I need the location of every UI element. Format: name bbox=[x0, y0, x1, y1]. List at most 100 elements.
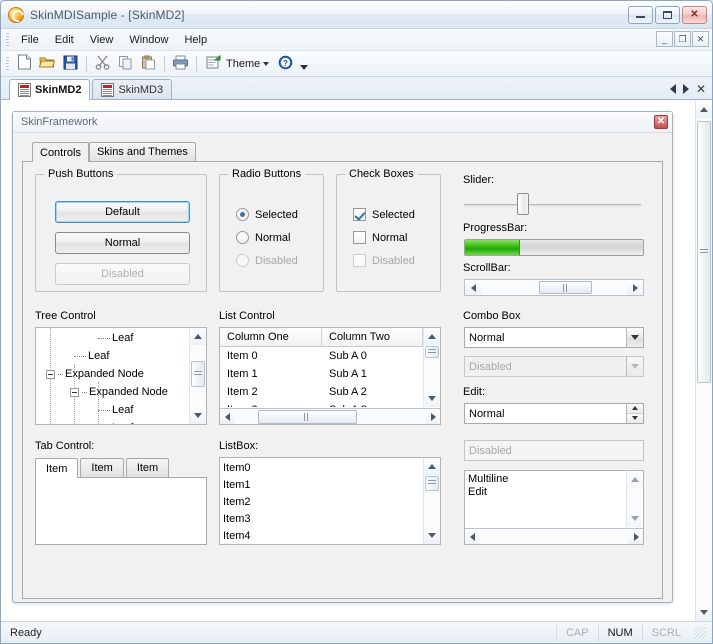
scroll-track[interactable] bbox=[480, 529, 628, 544]
scroll-track[interactable] bbox=[424, 475, 440, 527]
tree-row[interactable]: Leaf bbox=[36, 401, 189, 419]
scroll-track[interactable] bbox=[190, 345, 206, 407]
tab-scroll-right-icon[interactable] bbox=[682, 84, 689, 94]
table-row[interactable]: Item 3 Sub A 3 bbox=[220, 401, 423, 407]
list-item[interactable]: Item2 bbox=[220, 494, 423, 511]
cut-button[interactable] bbox=[91, 53, 114, 75]
mdi-minimize-button[interactable]: _ bbox=[656, 31, 673, 47]
scroll-thumb[interactable] bbox=[425, 345, 439, 358]
scroll-thumb[interactable] bbox=[697, 121, 711, 383]
scroll-up-arrow[interactable] bbox=[424, 328, 440, 345]
menu-item-window[interactable]: Window bbox=[121, 32, 176, 48]
tree-row[interactable]: Expanded Node bbox=[36, 383, 189, 401]
radio-normal[interactable]: Normal bbox=[236, 231, 290, 244]
multiline-edit-content[interactable]: Multiline Edit bbox=[465, 471, 626, 527]
column-header-two[interactable]: Column Two bbox=[322, 328, 423, 346]
tree-row[interactable]: Leaf bbox=[36, 329, 189, 347]
window-maximize-button[interactable] bbox=[655, 5, 680, 24]
normal-button[interactable]: Normal bbox=[55, 232, 190, 254]
tree-control[interactable]: Leaf Leaf Expanded Node Expanded Node Le… bbox=[35, 327, 207, 425]
list-item[interactable]: Item1 bbox=[220, 477, 423, 494]
menu-item-file[interactable]: File bbox=[13, 32, 47, 48]
spin-control[interactable] bbox=[626, 404, 643, 423]
scroll-left-arrow[interactable] bbox=[220, 409, 235, 424]
tree-collapse-icon[interactable] bbox=[70, 387, 79, 397]
mdi-vertical-scrollbar[interactable] bbox=[695, 101, 712, 621]
scroll-down-arrow[interactable] bbox=[424, 527, 440, 544]
scroll-up-arrow[interactable] bbox=[424, 458, 440, 475]
scrollbar-right-arrow[interactable] bbox=[627, 280, 643, 295]
scroll-up-arrow[interactable] bbox=[627, 471, 643, 488]
default-button[interactable]: Default bbox=[55, 201, 190, 223]
chevron-down-icon[interactable] bbox=[263, 61, 270, 66]
column-header-one[interactable]: Column One bbox=[220, 328, 322, 346]
scroll-track[interactable] bbox=[424, 345, 440, 390]
scroll-down-arrow[interactable] bbox=[190, 407, 206, 424]
radio-selected[interactable]: Selected bbox=[236, 208, 298, 221]
listbox[interactable]: Item0 Item1 Item2 Item3 Item4 Item5 Item… bbox=[219, 457, 441, 545]
list-item[interactable]: Item3 bbox=[220, 511, 423, 528]
checkbox-checked-icon[interactable] bbox=[353, 208, 366, 221]
table-row[interactable]: Item 1 Sub A 1 bbox=[220, 365, 423, 383]
mdi-tab-skinmd3[interactable]: SkinMD3 bbox=[92, 79, 173, 99]
scroll-up-arrow[interactable] bbox=[190, 328, 206, 345]
scroll-left-arrow[interactable] bbox=[465, 529, 480, 544]
multiline-horizontal-scrollbar[interactable] bbox=[465, 528, 643, 544]
multiline-vertical-scrollbar[interactable] bbox=[626, 471, 643, 527]
menu-drag-grip[interactable] bbox=[6, 32, 9, 47]
resize-grip-icon[interactable] bbox=[694, 626, 706, 639]
print-button[interactable] bbox=[169, 53, 192, 75]
edit-normal[interactable]: Normal bbox=[464, 403, 644, 424]
checkbox-selected[interactable]: Selected bbox=[353, 208, 415, 221]
scroll-down-arrow[interactable] bbox=[424, 390, 440, 407]
listbox-vertical-scrollbar[interactable] bbox=[423, 458, 440, 544]
scroll-track[interactable] bbox=[696, 118, 712, 604]
list-horizontal-scrollbar[interactable] bbox=[220, 408, 440, 424]
tab-skins-and-themes[interactable]: Skins and Themes bbox=[88, 142, 196, 161]
list-item[interactable]: Item4 bbox=[220, 528, 423, 544]
table-row[interactable]: Item 2 Sub A 2 bbox=[220, 383, 423, 401]
spin-up-button[interactable] bbox=[627, 404, 643, 414]
theme-button[interactable]: Theme bbox=[201, 53, 274, 75]
menu-item-help[interactable]: Help bbox=[176, 32, 215, 48]
tab-control-item-3[interactable]: Item bbox=[125, 458, 170, 477]
menu-item-edit[interactable]: Edit bbox=[47, 32, 82, 48]
toolbar-overflow-chevron-icon[interactable] bbox=[300, 65, 309, 70]
tree-vertical-scrollbar[interactable] bbox=[189, 328, 206, 424]
checkbox-normal[interactable]: Normal bbox=[353, 231, 407, 244]
window-close-button[interactable]: ✕ bbox=[682, 5, 707, 24]
tab-controls[interactable]: Controls bbox=[32, 142, 89, 162]
save-button[interactable] bbox=[59, 53, 82, 75]
demo-scrollbar[interactable] bbox=[464, 279, 644, 296]
multiline-edit[interactable]: Multiline Edit bbox=[464, 470, 644, 545]
help-button[interactable]: ? bbox=[274, 53, 297, 75]
window-minimize-button[interactable] bbox=[628, 5, 653, 24]
tree-row[interactable]: Expanded Node bbox=[36, 365, 189, 383]
dialog-close-button[interactable]: ✕ bbox=[654, 115, 668, 129]
scrollbar-left-arrow[interactable] bbox=[465, 280, 481, 295]
new-document-button[interactable] bbox=[13, 53, 36, 75]
radio-off-icon[interactable] bbox=[236, 231, 249, 244]
table-row[interactable]: Item 0 Sub A 0 bbox=[220, 347, 423, 365]
edit-value[interactable]: Normal bbox=[465, 404, 626, 423]
scrollbar-track[interactable] bbox=[481, 280, 627, 295]
menu-item-view[interactable]: View bbox=[82, 32, 122, 48]
spin-down-button[interactable] bbox=[627, 413, 643, 423]
mdi-tab-skinmd2[interactable]: SkinMD2 bbox=[9, 79, 91, 100]
scrollbar-thumb[interactable] bbox=[539, 281, 592, 294]
checkbox-unchecked-icon[interactable] bbox=[353, 231, 366, 244]
scroll-down-arrow[interactable] bbox=[627, 510, 643, 527]
scroll-right-arrow[interactable] bbox=[425, 409, 440, 424]
tab-scroll-left-icon[interactable] bbox=[669, 84, 676, 94]
scroll-thumb[interactable] bbox=[191, 360, 205, 387]
mdi-close-button[interactable]: ✕ bbox=[692, 31, 709, 47]
tree-collapse-icon[interactable] bbox=[46, 369, 55, 379]
tree-row[interactable]: Leaf bbox=[36, 347, 189, 365]
tree-row[interactable]: Leaf bbox=[36, 419, 189, 424]
combo-box-normal[interactable]: Normal bbox=[464, 327, 644, 348]
slider-track[interactable] bbox=[464, 204, 641, 207]
toolbar-drag-grip[interactable] bbox=[6, 56, 9, 71]
scroll-right-arrow[interactable] bbox=[628, 529, 643, 544]
scroll-track[interactable] bbox=[627, 488, 643, 510]
slider-thumb[interactable] bbox=[517, 193, 529, 215]
